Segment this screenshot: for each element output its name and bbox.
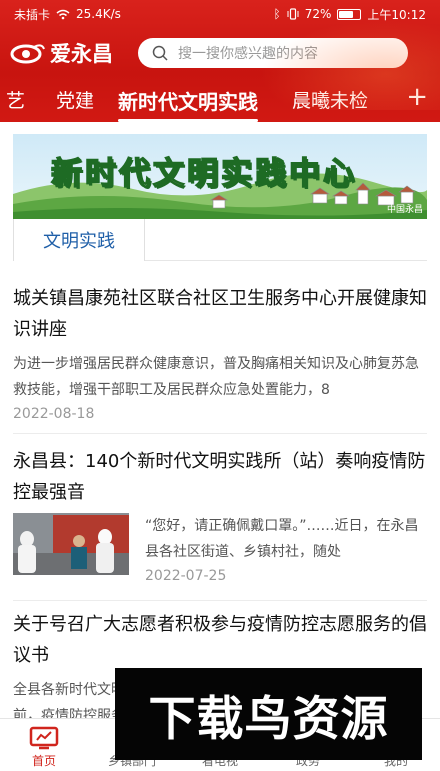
divider (13, 433, 427, 434)
search-icon (152, 45, 168, 61)
bluetooth-icon: ᛒ (273, 7, 281, 21)
news-title: 永昌县：140个新时代文明实践所（站）奏响疫情防控最强音 (13, 451, 426, 503)
battery-percent: 72% (304, 7, 332, 21)
banner-image[interactable]: 新时代文明实践中心 中国永昌 (13, 134, 427, 219)
carrier-text: 未插卡 (14, 7, 51, 22)
network-speed: 25.4K/s (76, 7, 121, 21)
search-placeholder: 搜一搜你感兴趣的内容 (178, 46, 318, 62)
banner-title: 新时代文明实践中心 (50, 155, 357, 193)
thumbnail-image (13, 513, 129, 575)
tab-civilization-practice[interactable]: 新时代文明实践 (118, 86, 258, 122)
wifi-icon (56, 9, 70, 19)
vibrate-icon (287, 8, 299, 20)
divider (13, 600, 427, 601)
nav-label: 首页 (31, 754, 56, 768)
app-logo[interactable]: 爱永昌 (10, 38, 113, 68)
news-summary: “您好，请正确佩戴口罩。”……近日，在永昌县各社区街道、乡镇村社，随处 (145, 518, 419, 560)
search-input[interactable]: 搜一搜你感兴趣的内容 (138, 38, 408, 68)
news-date: 2022-08-18 (13, 406, 95, 422)
news-summary: 为进一步增强居民群众健康意识，普及胸痛相关知识及心肺复苏急救技能，增强干部职工及… (13, 356, 419, 398)
status-bar: 未插卡 25.4K/s ᛒ 72% 上午10:12 (0, 0, 440, 28)
news-item[interactable]: 城关镇昌康苑社区联合社区卫生服务中心开展健康知识讲座 为进一步增强居民群众健康意… (13, 283, 427, 425)
app-name: 爱永昌 (50, 42, 113, 66)
news-thumbnail (13, 513, 129, 575)
add-channel-button[interactable]: + (406, 82, 428, 112)
app-header: 未插卡 25.4K/s ᛒ 72% 上午10:12 爱永昌 搜一搜你感兴趣的内容… (0, 0, 440, 122)
section-tab-bar: 文明实践 (13, 219, 427, 261)
banner-credit: 中国永昌 (386, 205, 423, 215)
tv-icon (29, 726, 59, 750)
logo-swirl-icon (10, 44, 45, 64)
tab-art[interactable]: 艺 (6, 86, 25, 113)
watermark-overlay: 下载鸟资源 (115, 668, 422, 760)
news-title: 城关镇昌康苑社区联合社区卫生服务中心开展健康知识讲座 (13, 288, 427, 340)
nav-home[interactable]: 首页 (0, 719, 88, 771)
news-item[interactable]: 永昌县：140个新时代文明实践所（站）奏响疫情防控最强音 “您好，请正确佩戴口罩… (13, 446, 427, 584)
tab-party[interactable]: 党建 (56, 86, 94, 113)
channel-tabs: 艺 党建 新时代文明实践 晨曦未检 + (0, 80, 440, 122)
tab-chenxi[interactable]: 晨曦未检 (292, 86, 368, 113)
clock: 上午10:12 (367, 7, 426, 22)
news-title: 关于号召广大志愿者积极参与疫情防控志愿服务的倡议书 (13, 614, 427, 666)
news-date: 2022-07-25 (145, 568, 227, 584)
tab-wenming-shijian[interactable]: 文明实践 (13, 219, 145, 261)
battery-icon (337, 8, 362, 20)
